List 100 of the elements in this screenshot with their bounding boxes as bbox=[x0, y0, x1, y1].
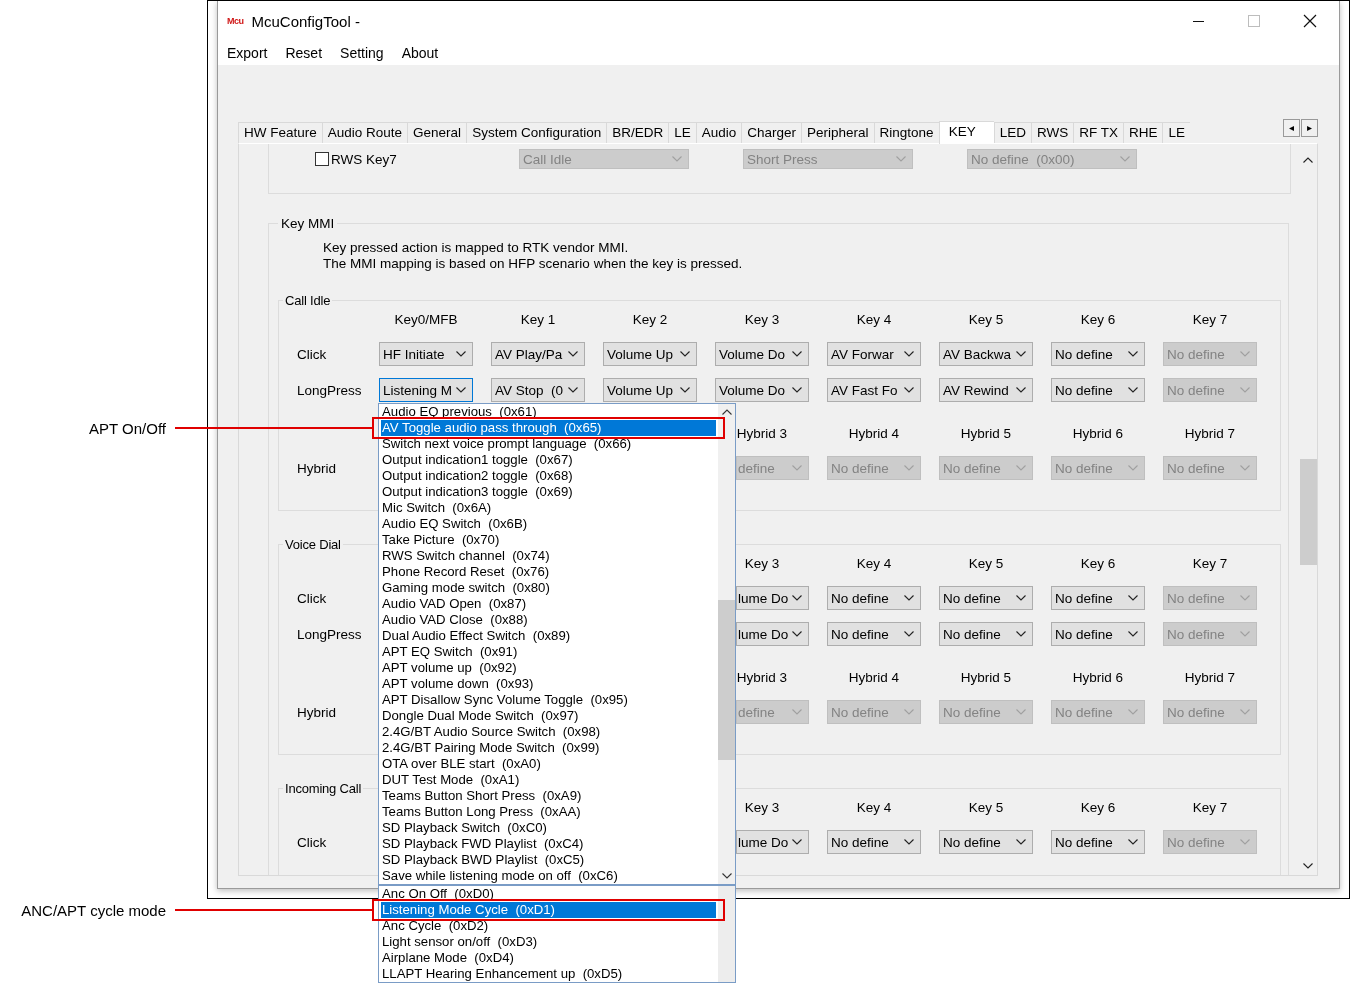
column-header: Key 7 bbox=[1192, 555, 1228, 573]
combo-box[interactable]: No define bbox=[939, 830, 1033, 854]
column-header: Key 6 bbox=[1080, 555, 1116, 573]
combo-box[interactable]: AV Stop (0 bbox=[491, 378, 585, 402]
chevron-up-icon[interactable] bbox=[1303, 157, 1313, 163]
tab[interactable]: Audio Route bbox=[321, 122, 408, 143]
tab[interactable]: General bbox=[407, 122, 467, 143]
list-item[interactable]: LLAPT Hearing Enhancement up (0xD5) bbox=[381, 966, 718, 982]
combo-box[interactable]: No define bbox=[1051, 830, 1145, 854]
list-item[interactable]: Save while listening mode on off (0xC6) bbox=[381, 868, 718, 884]
tab[interactable]: System Configuration bbox=[466, 122, 607, 143]
column-header: Key 4 bbox=[856, 555, 892, 573]
combo-box[interactable]: No define bbox=[1051, 622, 1145, 646]
list-item[interactable]: Audio VAD Open (0x87) bbox=[381, 596, 718, 612]
list-item[interactable]: DUT Test Mode (0xA1) bbox=[381, 772, 718, 788]
tab[interactable]: Audio bbox=[695, 122, 742, 143]
close-icon[interactable] bbox=[1303, 14, 1317, 28]
row-label: Click bbox=[296, 346, 328, 362]
list-item[interactable]: Light sensor on/off (0xD3) bbox=[381, 934, 718, 950]
list-item[interactable]: Listening Mode Cycle (0xD1) bbox=[381, 902, 716, 918]
combo-box[interactable]: Volume Up bbox=[603, 342, 697, 366]
menu-item[interactable]: Reset bbox=[284, 41, 332, 65]
list-item[interactable]: Switch next voice prompt language (0x66) bbox=[381, 436, 718, 452]
combo-box[interactable]: AV Rewind bbox=[939, 378, 1033, 402]
tab[interactable]: Charger bbox=[741, 122, 802, 143]
combo-box[interactable]: Volume Do bbox=[715, 342, 809, 366]
combo-box[interactable]: No define bbox=[1051, 586, 1145, 610]
tab[interactable]: LED bbox=[993, 122, 1031, 143]
list-item[interactable]: Phone Record Reset (0x76) bbox=[381, 564, 718, 580]
scroll-right-button[interactable]: ▸ bbox=[1301, 119, 1318, 137]
chevron-down-icon bbox=[904, 709, 914, 715]
list-item[interactable]: Teams Button Long Press (0xAA) bbox=[381, 804, 718, 820]
tab[interactable]: RWS bbox=[1030, 122, 1074, 143]
combo-box[interactable]: AV Play/Pa bbox=[491, 342, 585, 366]
list-item[interactable]: RWS Switch channel (0x74) bbox=[381, 548, 718, 564]
scroll-left-button[interactable]: ◂ bbox=[1283, 119, 1300, 137]
list-item[interactable]: SD Playback BWD Playlist (0xC5) bbox=[381, 852, 718, 868]
scrollbar-thumb[interactable] bbox=[1299, 459, 1317, 565]
combo-box[interactable]: No define bbox=[1051, 378, 1145, 402]
combo-box[interactable]: No define bbox=[827, 586, 921, 610]
combo-box[interactable]: AV Backwa bbox=[939, 342, 1033, 366]
menu-item[interactable]: Export bbox=[226, 41, 277, 65]
combo-box[interactable]: lume Do bbox=[736, 622, 809, 646]
list-item[interactable]: APT volume up (0x92) bbox=[381, 660, 718, 676]
combo-box[interactable]: lume Do bbox=[736, 830, 809, 854]
list-item[interactable]: Teams Button Short Press (0xA9) bbox=[381, 788, 718, 804]
tab[interactable]: Peripheral bbox=[801, 122, 874, 143]
tab[interactable]: RF TX bbox=[1073, 122, 1123, 143]
chevron-down-icon[interactable] bbox=[1303, 863, 1313, 869]
list-item[interactable]: Mic Switch (0x6A) bbox=[381, 500, 718, 516]
tab[interactable]: LE bbox=[668, 122, 696, 143]
chevron-up-icon[interactable] bbox=[721, 409, 732, 415]
tab[interactable]: LE bbox=[1162, 122, 1190, 143]
combo-box[interactable]: lume Do bbox=[736, 586, 809, 610]
list-item[interactable]: Airplane Mode (0xD4) bbox=[381, 950, 718, 966]
scrollbar-thumb[interactable] bbox=[718, 600, 735, 760]
chevron-down-icon bbox=[792, 631, 802, 637]
combo-box[interactable]: Volume Up bbox=[603, 378, 697, 402]
scrollbar-track[interactable] bbox=[718, 886, 735, 982]
list-item[interactable]: Gaming mode switch (0x80) bbox=[381, 580, 718, 596]
list-item[interactable]: SD Playback FWD Playlist (0xC4) bbox=[381, 836, 718, 852]
tab[interactable]: HW Feature bbox=[238, 122, 322, 143]
tab[interactable]: Ringtone bbox=[873, 122, 939, 143]
combo-box[interactable]: Volume Do bbox=[715, 378, 809, 402]
list-item[interactable]: Output indication3 toggle (0x69) bbox=[381, 484, 718, 500]
chevron-down-icon bbox=[1128, 387, 1138, 393]
combo-box[interactable]: No define bbox=[939, 586, 1033, 610]
menu-item[interactable]: Setting bbox=[339, 41, 393, 65]
list-item[interactable]: Audio EQ Switch (0x6B) bbox=[381, 516, 718, 532]
list-item[interactable]: Output indication2 toggle (0x68) bbox=[381, 468, 718, 484]
list-item[interactable]: Dongle Dual Mode Switch (0x97) bbox=[381, 708, 718, 724]
combo-box[interactable]: No define bbox=[1051, 342, 1145, 366]
chevron-down-icon bbox=[1016, 631, 1026, 637]
list-item[interactable]: APT volume down (0x93) bbox=[381, 676, 718, 692]
chevron-down-icon[interactable] bbox=[721, 873, 732, 879]
list-item[interactable]: APT EQ Switch (0x91) bbox=[381, 644, 718, 660]
list-item[interactable]: AV Toggle audio pass through (0x65) bbox=[381, 420, 716, 436]
list-item[interactable]: Output indication1 toggle (0x67) bbox=[381, 452, 718, 468]
list-item[interactable]: Anc On Off (0xD0) bbox=[381, 886, 718, 902]
list-item[interactable]: 2.4G/BT Pairing Mode Switch (0x99) bbox=[381, 740, 718, 756]
list-item[interactable]: Take Picture (0x70) bbox=[381, 532, 718, 548]
list-item[interactable]: OTA over BLE start (0xA0) bbox=[381, 756, 718, 772]
combo-box[interactable]: HF Initiate bbox=[379, 342, 473, 366]
combo-box[interactable]: No define bbox=[939, 622, 1033, 646]
tab[interactable]: RHE bbox=[1122, 122, 1163, 143]
list-item[interactable]: Anc Cycle (0xD2) bbox=[381, 918, 718, 934]
list-item[interactable]: SD Playback Switch (0xC0) bbox=[381, 820, 718, 836]
checkbox[interactable] bbox=[315, 152, 329, 166]
tab[interactable]: KEY bbox=[938, 121, 994, 144]
tab[interactable]: BR/EDR bbox=[606, 122, 669, 143]
combo-box[interactable]: AV Fast Fo bbox=[827, 378, 921, 402]
menu-item[interactable]: About bbox=[400, 41, 448, 65]
list-item[interactable]: 2.4G/BT Audio Source Switch (0x98) bbox=[381, 724, 718, 740]
list-item[interactable]: APT Disallow Sync Volume Toggle (0x95) bbox=[381, 692, 718, 708]
combo-box[interactable]: No define bbox=[827, 622, 921, 646]
combo-box[interactable]: Listening M bbox=[379, 378, 473, 402]
combo-box[interactable]: AV Forwar bbox=[827, 342, 921, 366]
list-item[interactable]: Dual Audio Effect Switch (0x89) bbox=[381, 628, 718, 644]
combo-box[interactable]: No define bbox=[827, 830, 921, 854]
list-item[interactable]: Audio VAD Close (0x88) bbox=[381, 612, 718, 628]
